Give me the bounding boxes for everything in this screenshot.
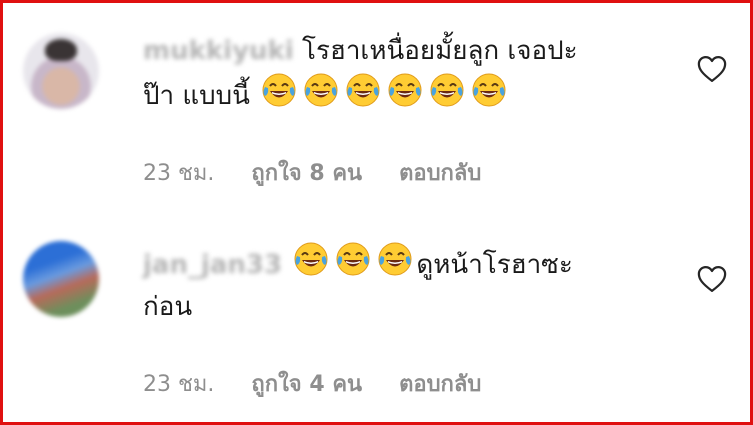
comment-text: mukkiyuki โรฮาเหนื่อยมั้ยลูก เจอปะ ป๊า แ…	[143, 30, 663, 117]
face-with-tears-of-joy-icon	[262, 73, 296, 107]
timestamp: 23 ชม.	[143, 372, 215, 397]
face-with-tears-of-joy-icon	[430, 73, 464, 107]
reply-button[interactable]: ตอบกลับ	[399, 366, 481, 401]
reply-button[interactable]: ตอบกลับ	[399, 155, 481, 190]
likes-count[interactable]: ถูกใจ 8 คน	[251, 155, 362, 190]
comment-text-line: ดูหน้าโรฮาซะ	[416, 250, 573, 280]
avatar[interactable]	[23, 241, 99, 317]
face-with-tears-of-joy-icon	[304, 73, 338, 107]
username[interactable]: jan_jan33	[143, 250, 282, 280]
comment-text-line: ป๊า แบบนี้	[143, 81, 250, 111]
comment-text-line: โรฮาเหนื่อยมั้ยลูก เจอปะ	[302, 36, 578, 66]
username[interactable]: mukkiyuki	[143, 36, 294, 66]
comment-text: jan_jan33 ดูหน้าโรฮาซะ ก่อน	[143, 241, 663, 328]
avatar[interactable]	[23, 33, 99, 109]
comment-text-line: ก่อน	[143, 292, 193, 322]
comments-panel: mukkiyuki โรฮาเหนื่อยมั้ยลูก เจอปะ ป๊า แ…	[0, 0, 753, 425]
likes-count[interactable]: ถูกใจ 4 คน	[251, 366, 362, 401]
comment-meta: 23 ชม. ถูกใจ 8 คน ตอบกลับ	[143, 155, 481, 190]
timestamp: 23 ชม.	[143, 161, 215, 186]
heart-outline-icon[interactable]	[697, 55, 727, 83]
face-with-tears-of-joy-icon	[472, 73, 506, 107]
comment-meta: 23 ชม. ถูกใจ 4 คน ตอบกลับ	[143, 366, 481, 401]
emoji-group	[290, 242, 416, 280]
face-with-tears-of-joy-icon	[388, 73, 422, 107]
heart-outline-icon[interactable]	[697, 265, 727, 293]
emoji-group	[258, 73, 510, 111]
face-with-tears-of-joy-icon	[336, 242, 370, 276]
face-with-tears-of-joy-icon	[294, 242, 328, 276]
face-with-tears-of-joy-icon	[378, 242, 412, 276]
face-with-tears-of-joy-icon	[346, 73, 380, 107]
